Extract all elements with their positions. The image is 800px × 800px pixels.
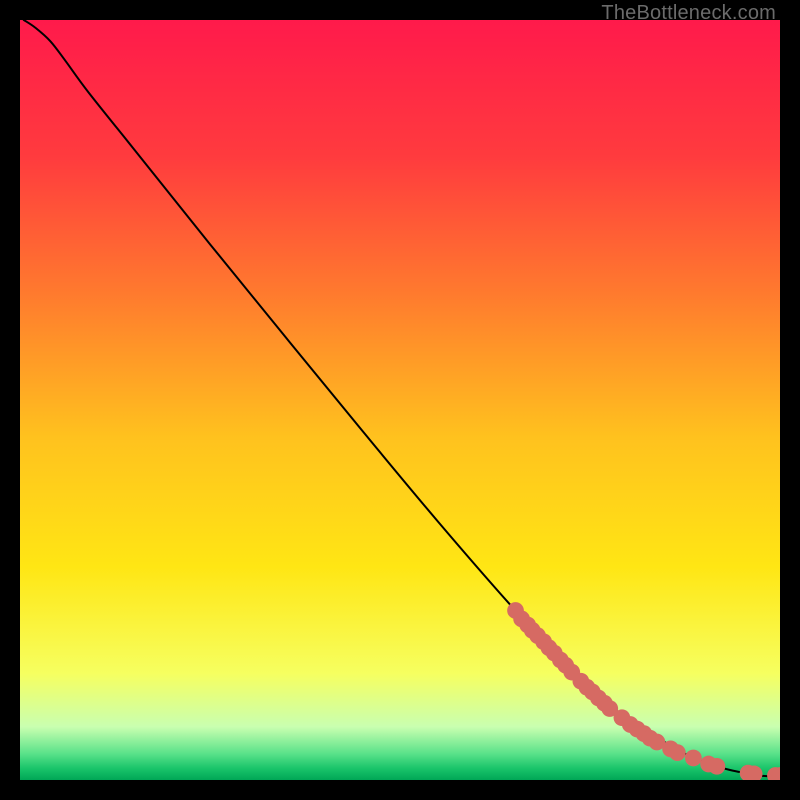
data-point [669,744,686,761]
plot-area [20,20,780,780]
data-point [685,750,702,767]
chart-stage: TheBottleneck.com [0,0,800,800]
chart-svg [20,20,780,780]
data-point [709,758,726,775]
gradient-background [20,20,780,780]
